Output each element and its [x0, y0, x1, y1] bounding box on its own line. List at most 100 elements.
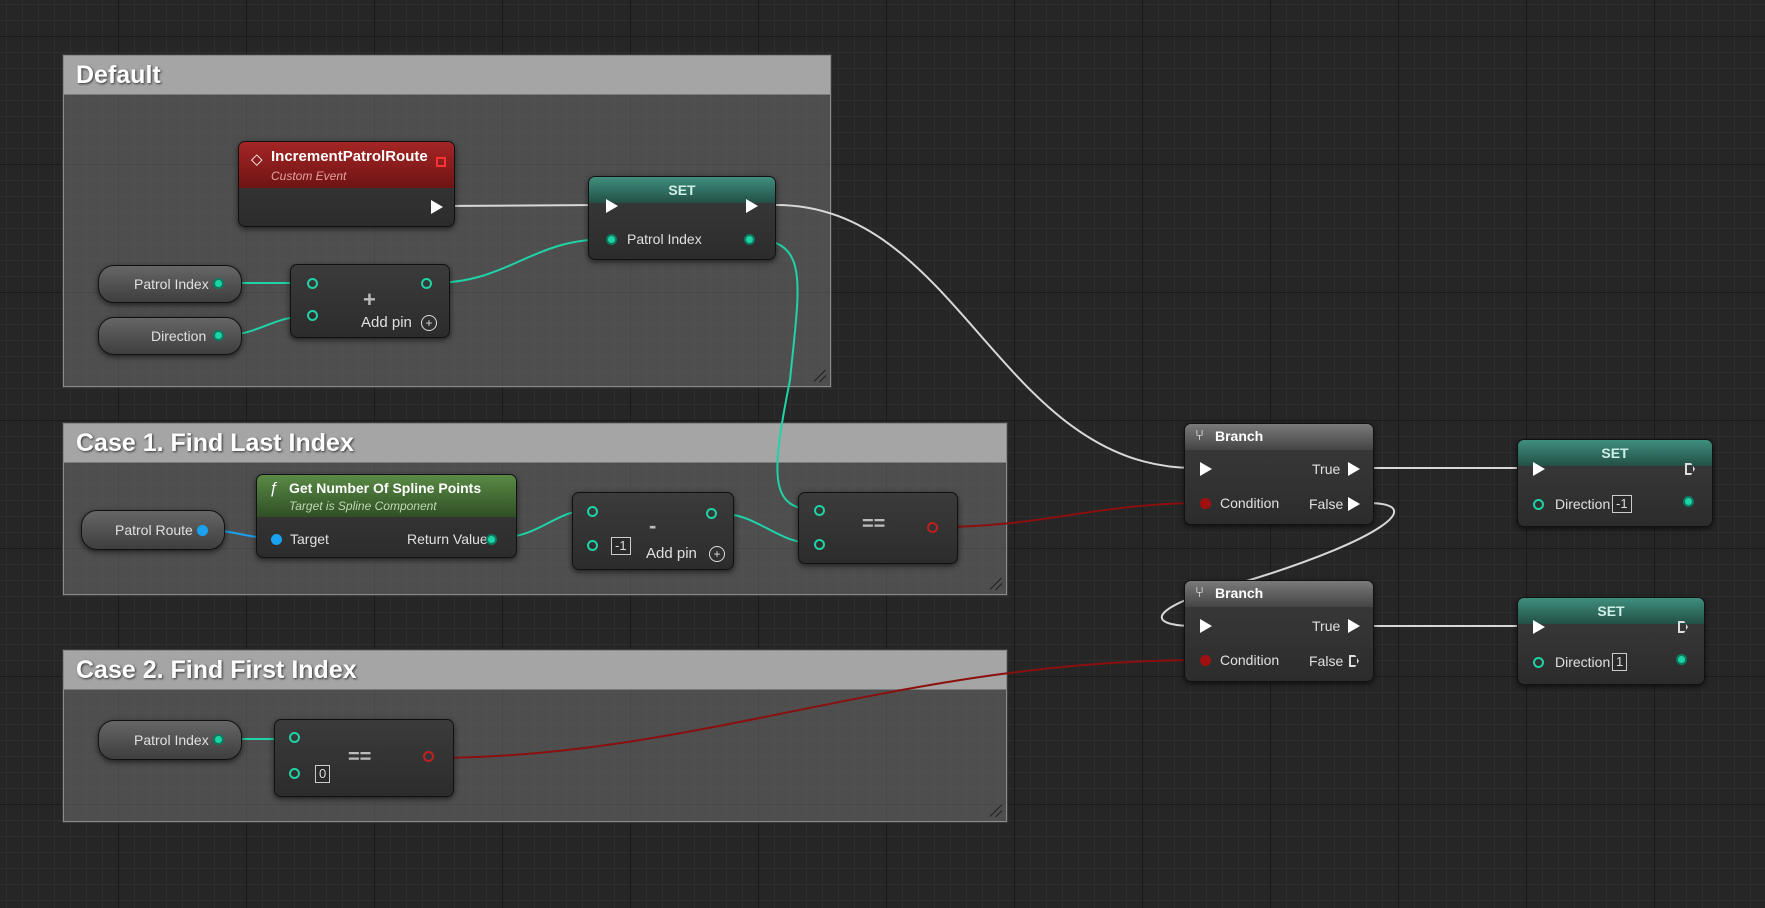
patrol-index-out-pin[interactable]	[213, 278, 224, 289]
exec-in-pin[interactable]	[1200, 619, 1212, 633]
input-b-pin[interactable]	[307, 310, 318, 321]
input-b-pin[interactable]	[814, 539, 825, 550]
node-header: ◇ IncrementPatrolRoute Custom Event	[239, 142, 454, 188]
node-title: SET	[668, 182, 696, 198]
target-in-pin[interactable]	[271, 534, 282, 545]
exec-in-pin[interactable]	[1200, 462, 1212, 476]
input-a-pin[interactable]	[587, 506, 598, 517]
condition-in-pin[interactable]	[1200, 655, 1211, 666]
bool-wire	[431, 659, 1203, 759]
node-title: IncrementPatrolRoute	[271, 148, 428, 165]
direction-variable[interactable]: Direction	[98, 317, 242, 355]
patrol-index-out-pin[interactable]	[213, 734, 224, 745]
return-value-out-pin[interactable]	[486, 534, 497, 545]
direction-in-pin[interactable]	[1533, 499, 1544, 510]
node-header: SET	[1518, 440, 1712, 466]
exec-wire	[775, 204, 1196, 469]
patrol-index-in-pin[interactable]	[606, 234, 617, 245]
false-label: False	[1309, 653, 1344, 669]
set-patrol-index-node[interactable]: SET Patrol Index	[588, 176, 776, 260]
add-pin-plus-icon[interactable]: +	[421, 315, 437, 331]
exec-in-pin[interactable]	[1533, 620, 1545, 634]
patrol-index-out-pin[interactable]	[744, 234, 755, 245]
patrol-index-variable[interactable]: Patrol Index	[98, 265, 242, 303]
bool-out-pin[interactable]	[423, 751, 434, 762]
node-title: SET	[1597, 603, 1625, 619]
true-exec-out-pin[interactable]	[1348, 619, 1360, 633]
equals-node-case2[interactable]: 0 ==	[274, 719, 454, 797]
branch-node-2[interactable]: ⑂ Branch True Condition False	[1184, 580, 1374, 682]
literal-value[interactable]: 0	[315, 765, 331, 783]
input-b-pin[interactable]	[587, 540, 598, 551]
direction-in-pin[interactable]	[1533, 657, 1544, 668]
set-direction-node-2[interactable]: SET Direction 1	[1517, 597, 1705, 685]
pin-label: Patrol Index	[627, 231, 702, 247]
variable-label: Patrol Index	[134, 276, 209, 292]
operator-label: ==	[348, 746, 372, 768]
subtract-node[interactable]: -1 - Add pin +	[572, 492, 734, 570]
branch-icon: ⑂	[1195, 427, 1205, 444]
variable-label: Direction	[151, 328, 207, 344]
patrol-route-out-pin[interactable]	[197, 525, 208, 536]
add-node[interactable]: + Add pin +	[290, 264, 450, 338]
true-label: True	[1312, 461, 1341, 477]
get-number-of-spline-points-node[interactable]: ƒ Get Number Of Spline Points Target is …	[256, 474, 517, 558]
float-wire	[431, 238, 609, 284]
false-label: False	[1309, 496, 1344, 512]
exec-in-pin[interactable]	[1533, 462, 1545, 476]
input-a-pin[interactable]	[307, 278, 318, 289]
add-pin-label[interactable]: Add pin	[646, 545, 697, 562]
output-pin[interactable]	[706, 508, 717, 519]
custom-event-node[interactable]: ◇ IncrementPatrolRoute Custom Event	[238, 141, 455, 227]
pin-label: Target	[290, 531, 329, 547]
input-b-pin[interactable]	[289, 768, 300, 779]
pin-label: Direction	[1555, 496, 1611, 512]
wires-layer	[199, 204, 1530, 759]
bool-out-pin[interactable]	[927, 522, 938, 533]
direction-out-pin[interactable]	[213, 330, 224, 341]
pin-label: Return Value	[407, 531, 488, 547]
exec-out-pin[interactable]	[431, 200, 443, 214]
direction-out-pin[interactable]	[1676, 654, 1687, 665]
node-header: SET	[1518, 598, 1704, 624]
add-pin-label[interactable]: Add pin	[361, 314, 412, 331]
node-header: ⑂ Branch	[1185, 424, 1373, 450]
add-pin-plus-icon[interactable]: +	[709, 546, 725, 562]
operator-label: -	[649, 513, 657, 538]
node-header: ⑂ Branch	[1185, 581, 1373, 607]
input-a-pin[interactable]	[814, 505, 825, 516]
diamond-event-icon: ◇	[251, 151, 263, 168]
node-title: Branch	[1215, 585, 1264, 601]
false-exec-out-pin[interactable]	[1349, 655, 1359, 667]
bool-wire	[939, 502, 1203, 528]
node-title: Branch	[1215, 428, 1264, 444]
condition-in-pin[interactable]	[1200, 498, 1211, 509]
operator-label: +	[363, 287, 376, 312]
node-header: ƒ Get Number Of Spline Points Target is …	[257, 475, 516, 517]
set-direction-node-1[interactable]: SET Direction -1	[1517, 439, 1713, 527]
input-a-pin[interactable]	[289, 732, 300, 743]
literal-value[interactable]: -1	[1612, 495, 1632, 513]
float-wire	[749, 238, 819, 511]
false-exec-out-pin[interactable]	[1348, 497, 1360, 511]
condition-label: Condition	[1220, 652, 1280, 668]
true-exec-out-pin[interactable]	[1348, 462, 1360, 476]
direction-out-pin[interactable]	[1683, 496, 1694, 507]
operator-label: ==	[862, 513, 886, 535]
literal-value[interactable]: 1	[1612, 653, 1628, 671]
pin-label: Direction	[1555, 654, 1611, 670]
function-icon: ƒ	[269, 480, 278, 497]
node-subtitle: Target is Spline Component	[289, 499, 437, 513]
equals-node-case1[interactable]: ==	[798, 492, 958, 564]
variable-label: Patrol Route	[115, 522, 193, 538]
literal-value[interactable]: -1	[611, 537, 631, 555]
true-label: True	[1312, 618, 1341, 634]
patrol-index-variable-case2[interactable]: Patrol Index	[98, 720, 242, 760]
patrol-route-variable[interactable]: Patrol Route	[81, 510, 225, 550]
exec-out-pin[interactable]	[746, 199, 758, 213]
branch-node-1[interactable]: ⑂ Branch True Condition False	[1184, 423, 1374, 525]
output-pin[interactable]	[421, 278, 432, 289]
node-title: SET	[1601, 445, 1629, 461]
delegate-pin-icon[interactable]	[436, 157, 446, 167]
exec-in-pin[interactable]	[606, 199, 618, 213]
